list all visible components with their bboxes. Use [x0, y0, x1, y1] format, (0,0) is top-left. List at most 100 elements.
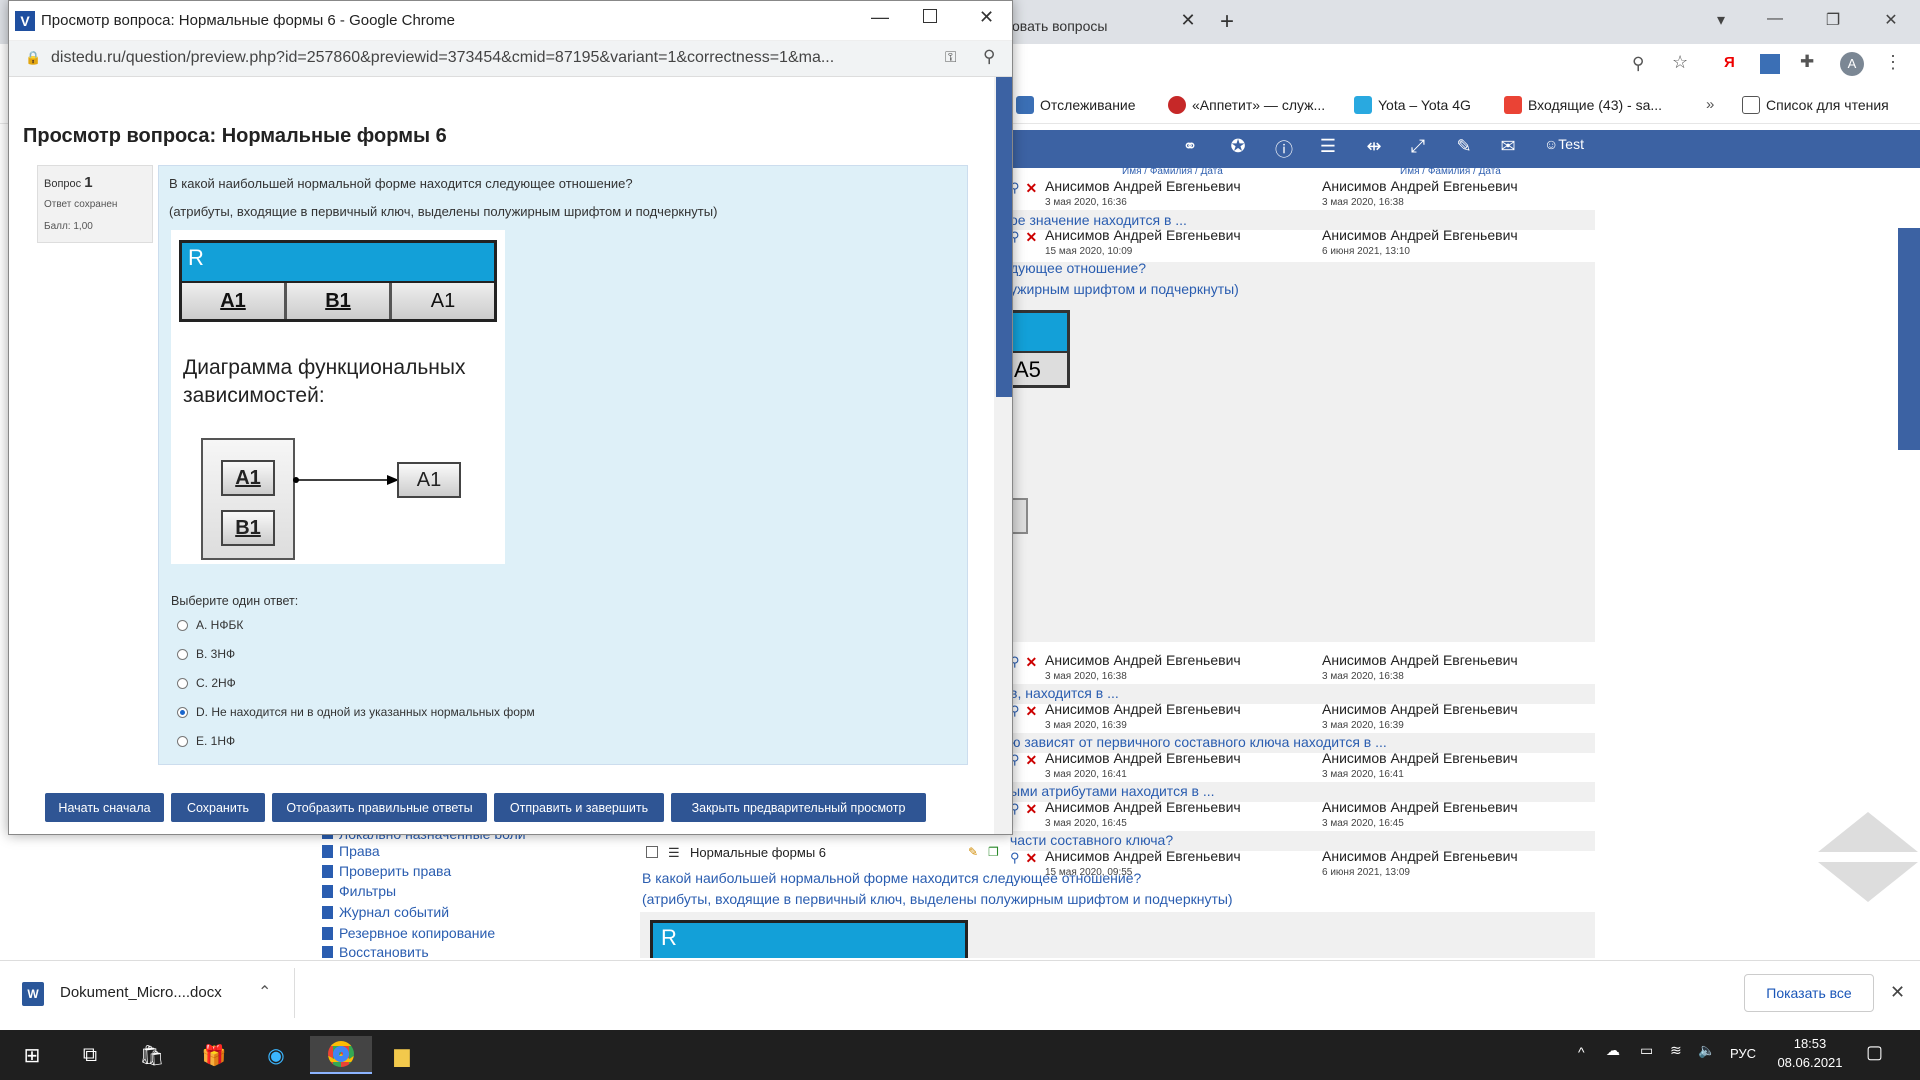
minimize-icon[interactable]: —: [871, 7, 889, 28]
delete-icon[interactable]: ✕: [1026, 752, 1038, 769]
indent-icon[interactable]: ☰: [1316, 136, 1340, 157]
sidebar-item-check[interactable]: Проверить права: [322, 863, 451, 879]
sidebar-item-restore[interactable]: Восстановить: [322, 946, 429, 958]
link-icon[interactable]: ⚭: [1178, 136, 1202, 157]
bookmark-2[interactable]: «Аппетит» — служ...: [1168, 96, 1325, 114]
answer-option[interactable]: B. 3НФ: [177, 647, 235, 661]
reading-list[interactable]: Список для чтения: [1742, 96, 1889, 114]
answer-option[interactable]: A. НФБК: [177, 618, 243, 632]
submit-button[interactable]: Отправить и завершить: [494, 793, 664, 822]
extension-icon[interactable]: [1760, 54, 1780, 74]
answer-option[interactable]: C. 2НФ: [177, 676, 236, 690]
close-icon[interactable]: ✕: [979, 7, 994, 28]
weather-icon[interactable]: ☁: [1606, 1042, 1620, 1059]
row-question-text[interactable]: части составного ключа?: [1010, 832, 1173, 848]
row-question-text[interactable]: ю зависят от первичного составного ключа…: [1010, 734, 1387, 750]
notifications-icon[interactable]: ▢: [1866, 1042, 1883, 1063]
save-button[interactable]: Сохранить: [171, 793, 265, 822]
show-correct-button[interactable]: Отобразить правильные ответы: [272, 793, 487, 822]
profile-dropdown-icon[interactable]: ▾: [1706, 10, 1736, 30]
close-tab-icon[interactable]: ✕: [1178, 10, 1198, 30]
brush-icon[interactable]: ✎: [1452, 136, 1476, 157]
battery-icon[interactable]: ▭: [1640, 1042, 1653, 1059]
delete-icon[interactable]: ✕: [1026, 654, 1038, 671]
expand-icon[interactable]: ⤢: [1406, 136, 1430, 157]
info-icon[interactable]: ⓘ: [1272, 136, 1296, 162]
user-menu[interactable]: ☺Test: [1544, 136, 1584, 152]
key-icon[interactable]: ⚿: [945, 49, 956, 66]
column-header-modifier[interactable]: Имя / Фамилия / Дата: [1400, 166, 1501, 177]
delete-icon[interactable]: ✕: [1026, 801, 1038, 818]
answer-option[interactable]: E. 1НФ: [177, 734, 235, 748]
bookmark-4[interactable]: Входящие (43) - sa...: [1504, 96, 1662, 114]
row-question-text[interactable]: ыми атрибутами находится в ...: [1010, 783, 1215, 799]
bookmark-1[interactable]: Отслеживание: [1016, 96, 1136, 114]
row-question-text[interactable]: ое значение находится в ...: [1010, 212, 1187, 228]
chevron-up-tray-icon[interactable]: ^: [1578, 1044, 1585, 1060]
show-all-button[interactable]: Показать все: [1744, 974, 1874, 1012]
row-checkbox[interactable]: [646, 846, 658, 858]
sidebar-item-filters[interactable]: Фильтры: [322, 883, 396, 899]
radio-button[interactable]: [177, 648, 188, 660]
more-bookmarks-icon[interactable]: »: [1706, 96, 1714, 113]
radio-button[interactable]: [177, 677, 188, 689]
arrows-icon[interactable]: ⇹: [1362, 136, 1386, 157]
sidebar-item-backup[interactable]: Резервное копирование: [322, 925, 495, 941]
mail-icon[interactable]: ✉: [1496, 136, 1520, 157]
row-question-text[interactable]: в, находится в ...: [1010, 685, 1119, 701]
delete-icon[interactable]: ✕: [1026, 703, 1038, 720]
last-question-note[interactable]: (атрибуты, входящие в первичный ключ, вы…: [642, 891, 1233, 907]
radio-button[interactable]: [177, 619, 188, 631]
badge-icon[interactable]: ✪: [1226, 136, 1250, 157]
delete-icon[interactable]: ✕: [1026, 180, 1038, 197]
restore-icon[interactable]: ❐: [1818, 10, 1848, 30]
edge-icon[interactable]: ◉: [252, 1036, 300, 1074]
close-window-icon[interactable]: ✕: [1876, 10, 1906, 30]
maximize-icon[interactable]: [923, 9, 937, 23]
avatar-icon[interactable]: A: [1840, 52, 1864, 76]
zoom-icon[interactable]: ⚲: [1632, 54, 1644, 74]
radio-button[interactable]: [177, 706, 188, 718]
column-header-creator[interactable]: Имя / Фамилия / Дата: [1122, 166, 1223, 177]
restart-button[interactable]: Начать сначала: [45, 793, 164, 822]
delete-icon[interactable]: ✕: [1026, 850, 1038, 867]
delete-icon[interactable]: ✕: [1026, 229, 1038, 246]
gift-icon[interactable]: 🎁: [190, 1036, 238, 1074]
minimize-icon[interactable]: —: [1760, 10, 1790, 28]
edit-icon[interactable]: ✎: [968, 845, 978, 859]
star-icon[interactable]: ☆: [1672, 52, 1688, 73]
popup-url[interactable]: distedu.ru/question/preview.php?id=25786…: [51, 49, 931, 67]
radio-button[interactable]: [177, 735, 188, 747]
last-question-text[interactable]: В какой наибольшей нормальной форме нахо…: [642, 870, 1141, 886]
row-question-note[interactable]: ужирным шрифтом и подчеркнуты): [1010, 281, 1239, 297]
popup-scroll-thumb[interactable]: [996, 77, 1012, 397]
bookmark-3[interactable]: Yota – Yota 4G: [1354, 96, 1471, 114]
zoom-icon[interactable]: ⚲: [983, 47, 995, 67]
page-scroll-arrows-icon[interactable]: [1818, 812, 1918, 902]
store-icon[interactable]: 🛍: [128, 1036, 176, 1074]
lock-icon[interactable]: 🔒: [25, 50, 41, 66]
new-tab-icon[interactable]: +: [1220, 8, 1234, 36]
chevron-up-icon[interactable]: ⌃: [258, 982, 271, 1002]
wifi-icon[interactable]: ≋: [1670, 1042, 1682, 1059]
puzzle-icon[interactable]: ✚: [1800, 52, 1814, 72]
download-filename[interactable]: Dokument_Micro....docx: [60, 984, 222, 1001]
row-question-text[interactable]: дующее отношение?: [1010, 260, 1146, 276]
popup-scrollbar[interactable]: [994, 77, 1012, 834]
answer-option[interactable]: D. Не находится ни в одной из указанных …: [177, 705, 535, 719]
chrome-icon[interactable]: [310, 1036, 372, 1074]
task-view-icon[interactable]: ⧉: [66, 1036, 114, 1074]
clock[interactable]: 18:53 08.06.2021: [1775, 1036, 1845, 1070]
sidebar-item-log[interactable]: Журнал событий: [322, 904, 449, 920]
copy-icon[interactable]: ❐: [988, 845, 999, 859]
windows-start-icon[interactable]: ⊞: [8, 1036, 56, 1074]
folder-icon[interactable]: ▆: [378, 1036, 426, 1074]
yandex-icon[interactable]: Я: [1724, 54, 1735, 71]
language-indicator[interactable]: РУС: [1730, 1046, 1756, 1061]
close-icon[interactable]: ✕: [1890, 982, 1905, 1003]
sidebar-item-roles[interactable]: Права: [322, 843, 380, 859]
preview-icon[interactable]: ⚲: [1010, 850, 1020, 867]
volume-icon[interactable]: 🔈: [1698, 1042, 1715, 1059]
menu-icon[interactable]: ⋮: [1884, 52, 1902, 73]
close-preview-button[interactable]: Закрыть предварительный просмотр: [671, 793, 926, 822]
